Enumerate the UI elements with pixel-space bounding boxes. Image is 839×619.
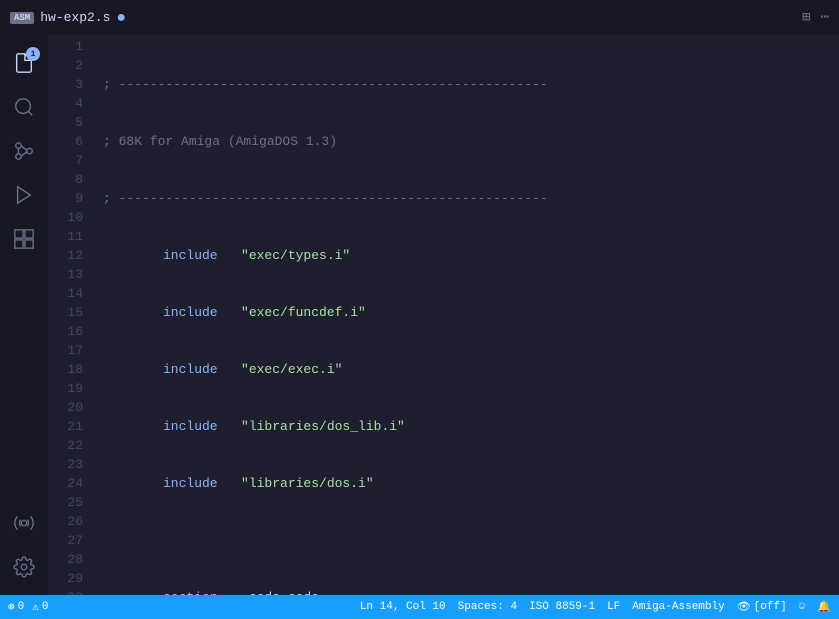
- tab-filename[interactable]: hw-exp2.s: [40, 10, 110, 25]
- files-badge: 1: [26, 47, 40, 61]
- language-label: Amiga-Assembly: [632, 601, 724, 613]
- statusbar-left: ⊗ 0 ⚠ 0: [8, 600, 48, 614]
- eye-state: [off]: [754, 601, 787, 613]
- code-line-2: ; 68K for Amiga (AmigaDOS 1.3): [103, 132, 839, 151]
- line-ending-label: LF: [607, 601, 620, 613]
- code-line-6: include "exec/exec.i": [103, 360, 839, 379]
- warning-icon: ⚠: [32, 600, 39, 614]
- activity-extensions[interactable]: [4, 219, 44, 259]
- code-line-1: ; --------------------------------------…: [103, 75, 839, 94]
- activity-files[interactable]: 1: [4, 43, 44, 83]
- statusbar: ⊗ 0 ⚠ 0 Ln 14, Col 10 Spaces: 4 ISO 8859…: [0, 595, 839, 619]
- eye-toggle[interactable]: 👁 [off]: [737, 600, 787, 614]
- notifications-icon[interactable]: 🔔: [817, 600, 831, 614]
- more-actions-icon[interactable]: ⋯: [821, 9, 829, 26]
- split-editor-icon[interactable]: ⊞: [802, 9, 810, 26]
- language-mode[interactable]: Amiga-Assembly: [632, 601, 724, 613]
- eye-icon: 👁: [737, 600, 751, 614]
- bell-icon: 🔔: [817, 600, 831, 614]
- warning-number: 0: [42, 601, 49, 613]
- error-icon: ⊗: [8, 600, 15, 614]
- titlebar-actions: ⊞ ⋯: [802, 9, 829, 26]
- line-numbers: 12345 678910 1112131415 1617181920 21222…: [48, 35, 93, 595]
- code-line-5: include "exec/funcdef.i": [103, 303, 839, 322]
- spaces-label: Spaces: 4: [458, 601, 517, 613]
- code-line-4: include "exec/types.i": [103, 246, 839, 265]
- encoding-label: ISO 8859-1: [529, 601, 595, 613]
- position-label: Ln 14, Col 10: [360, 601, 446, 613]
- smiley-icon: ☺: [799, 601, 806, 613]
- tab-area: ASM hw-exp2.s ●: [10, 10, 126, 26]
- activity-run[interactable]: [4, 175, 44, 215]
- indentation[interactable]: Spaces: 4: [458, 601, 517, 613]
- activity-settings[interactable]: [4, 547, 44, 587]
- main-area: 1: [0, 35, 839, 595]
- code-line-9: [103, 531, 839, 550]
- error-number: 0: [18, 601, 25, 613]
- error-count[interactable]: ⊗ 0: [8, 600, 24, 614]
- activity-source-control[interactable]: [4, 131, 44, 171]
- code-line-10: section _code,code: [103, 588, 839, 595]
- modified-indicator: ●: [116, 10, 126, 26]
- line-ending[interactable]: LF: [607, 601, 620, 613]
- statusbar-right: Ln 14, Col 10 Spaces: 4 ISO 8859-1 LF Am…: [360, 600, 831, 614]
- cursor-position[interactable]: Ln 14, Col 10: [360, 601, 446, 613]
- code-text[interactable]: ; --------------------------------------…: [93, 35, 839, 595]
- code-line-7: include "libraries/dos_lib.i": [103, 417, 839, 436]
- activity-bar: 1: [0, 35, 48, 595]
- warning-count[interactable]: ⚠ 0: [32, 600, 48, 614]
- code-line-3: ; --------------------------------------…: [103, 189, 839, 208]
- editor[interactable]: 12345 678910 1112131415 1617181920 21222…: [48, 35, 839, 595]
- language-badge: ASM: [10, 12, 34, 24]
- code-editor[interactable]: 12345 678910 1112131415 1617181920 21222…: [48, 35, 839, 595]
- code-line-8: include "libraries/dos.i": [103, 474, 839, 493]
- file-encoding[interactable]: ISO 8859-1: [529, 601, 595, 613]
- activity-search[interactable]: [4, 87, 44, 127]
- feedback-icon[interactable]: ☺: [799, 601, 806, 613]
- titlebar: ASM hw-exp2.s ● ⊞ ⋯: [0, 0, 839, 35]
- activity-remote[interactable]: [4, 503, 44, 543]
